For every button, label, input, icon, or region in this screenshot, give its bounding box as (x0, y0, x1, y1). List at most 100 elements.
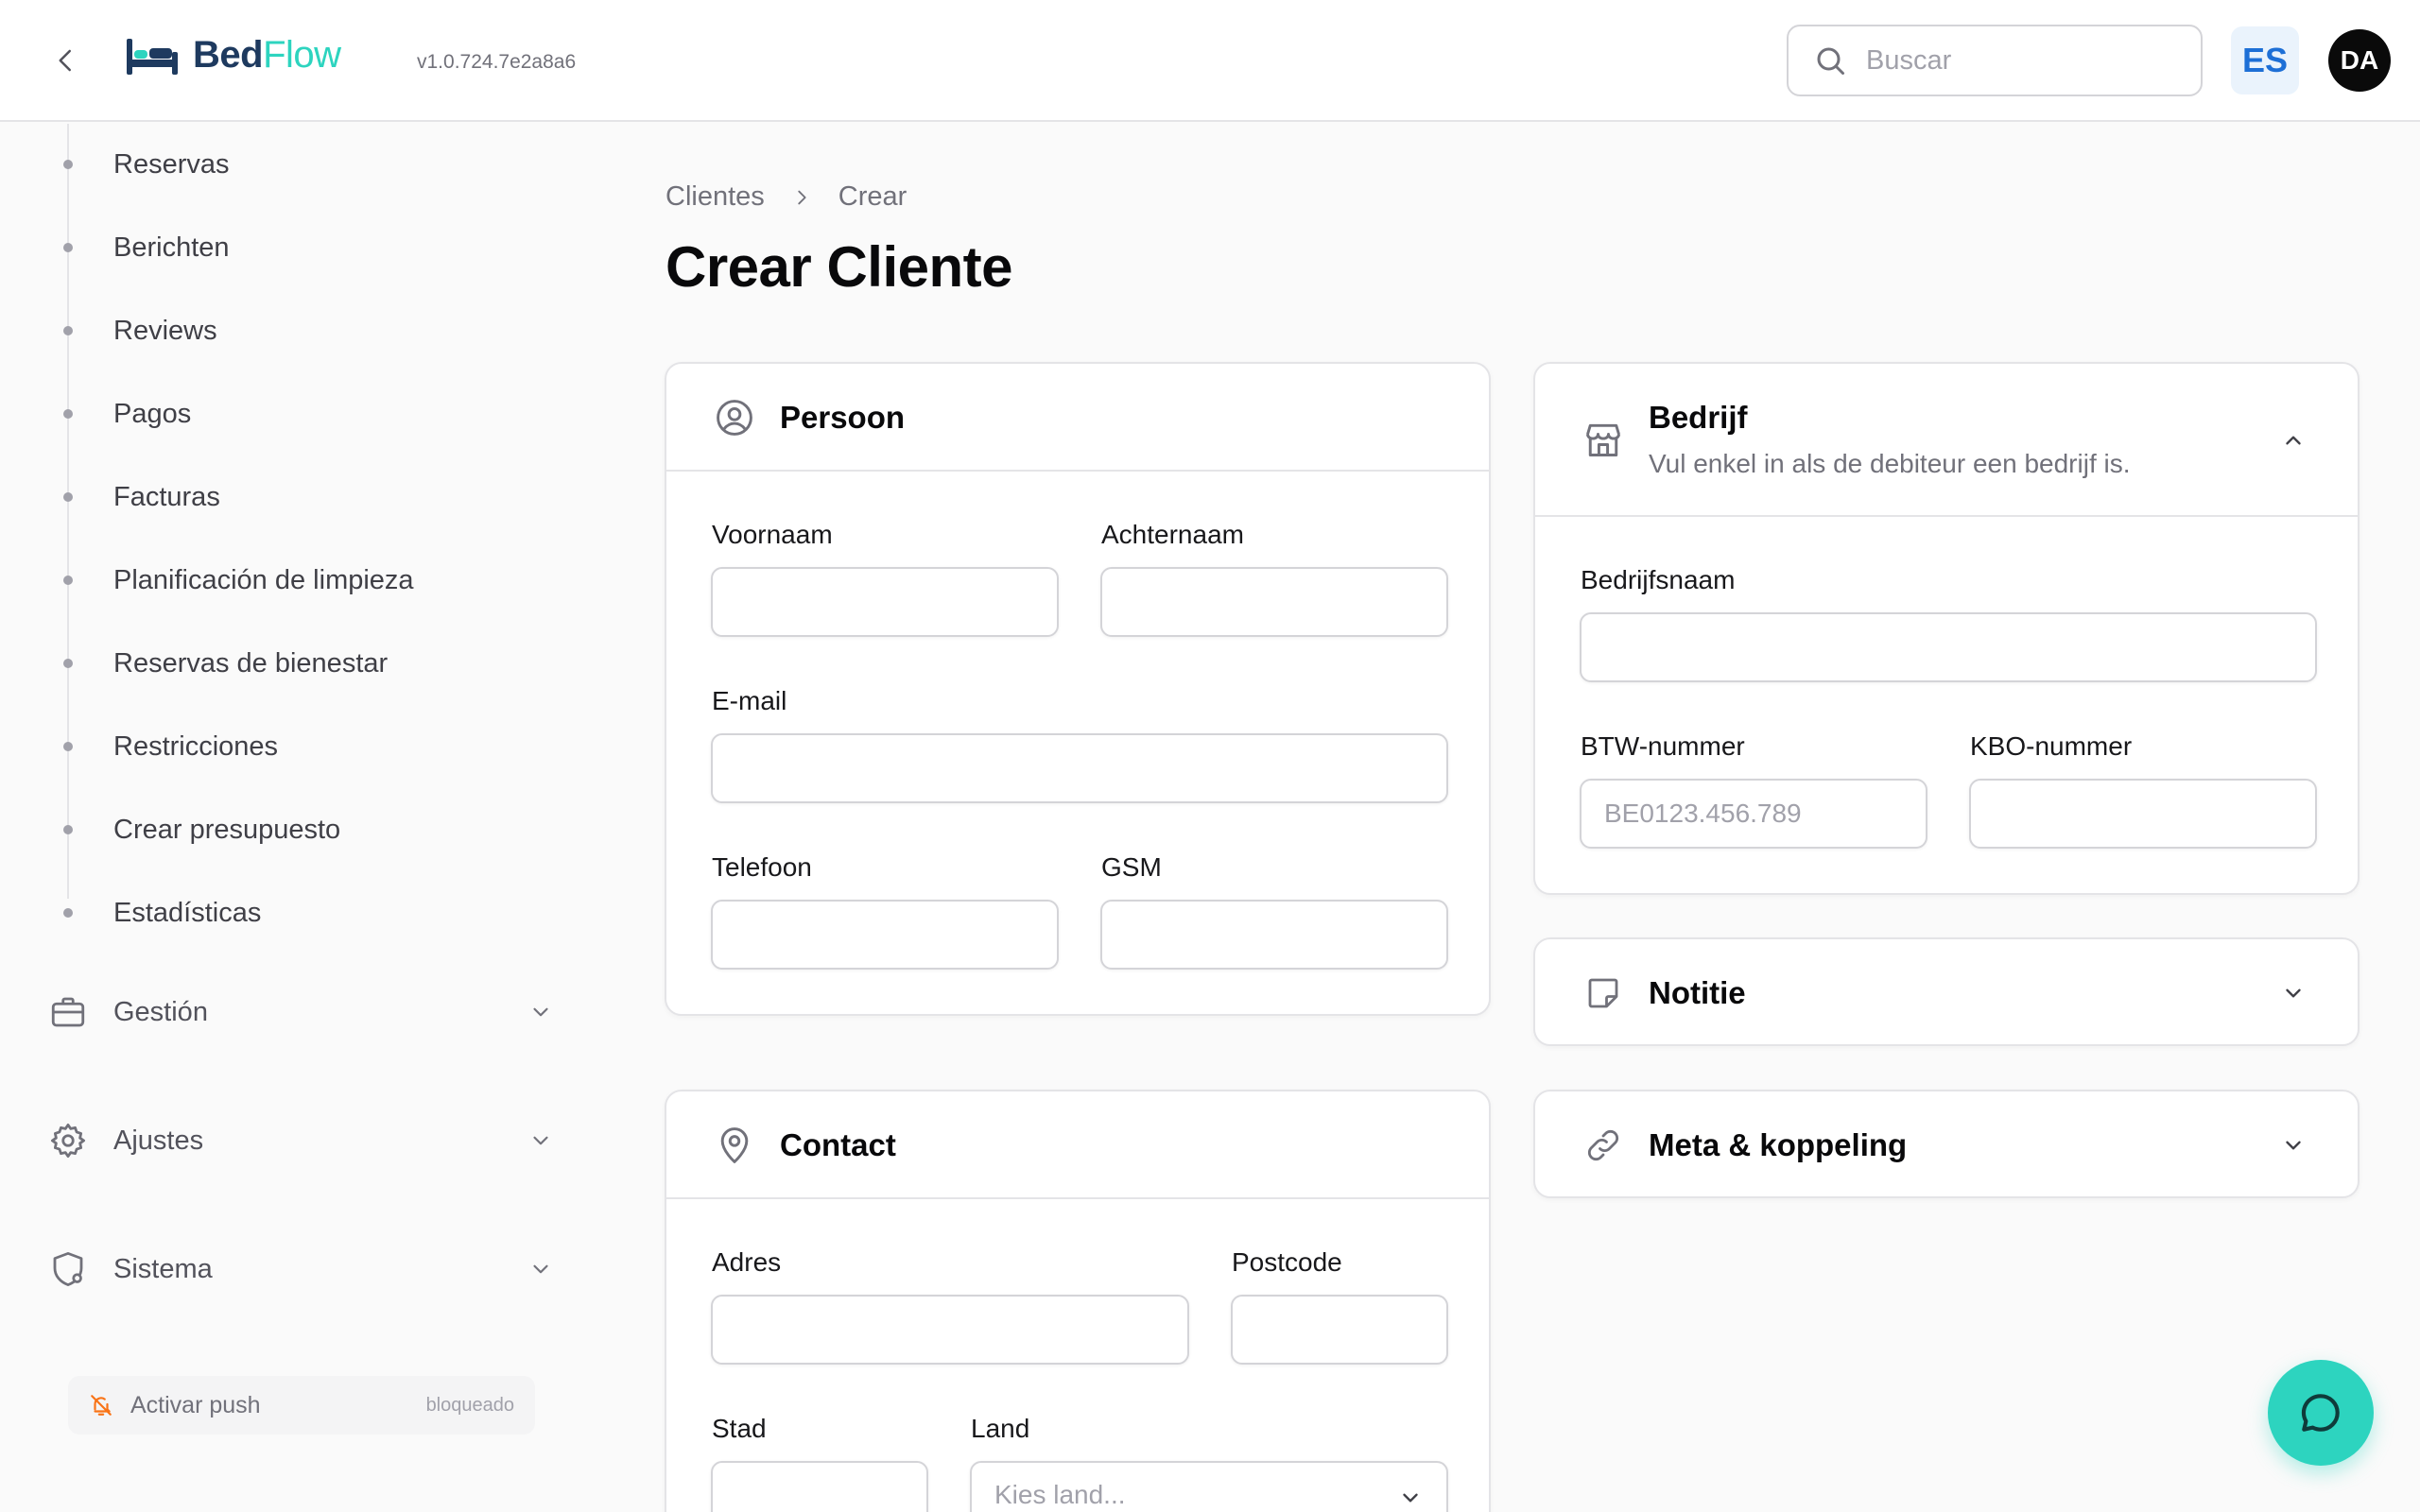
sidebar-group-gestion[interactable]: Gestión (0, 978, 567, 1046)
chevron-down-icon (1395, 1483, 1426, 1512)
bullet-dot (63, 243, 73, 252)
sidebar-item-label: Reservas de bienestar (113, 647, 389, 679)
contact-title: Contact (780, 1127, 896, 1162)
user-circle-icon (714, 397, 755, 438)
back-button[interactable] (43, 38, 89, 83)
chevron-down-icon[interactable] (2274, 974, 2312, 1012)
email-input[interactable] (713, 735, 1446, 801)
telefoon-input[interactable] (713, 902, 1057, 968)
stad-field[interactable] (711, 1461, 928, 1512)
adres-field[interactable] (711, 1295, 1189, 1365)
chevron-up-icon[interactable] (2274, 421, 2312, 459)
postcode-field[interactable] (1231, 1295, 1448, 1365)
gsm-label: GSM (1101, 852, 1162, 882)
persoon-card-header: Persoon (666, 364, 1489, 472)
land-select[interactable]: Kies land... (970, 1461, 1448, 1512)
search-box[interactable] (1787, 25, 2203, 96)
stad-label: Stad (712, 1414, 767, 1443)
top-bar: BedFlow v1.0.724.7e2a8a6 ES DA (0, 0, 2420, 122)
gsm-input[interactable] (1102, 902, 1446, 968)
notitie-card[interactable]: Notitie (1533, 937, 2360, 1046)
sidebar-item-reservas[interactable]: Reservas (0, 136, 567, 193)
sidebar-item-presupuesto[interactable]: Crear presupuesto (0, 801, 567, 858)
activate-push-button[interactable]: Activar push bloqueado (68, 1376, 535, 1435)
kbo-label: KBO-nummer (1970, 731, 2133, 761)
postcode-input[interactable] (1233, 1297, 1446, 1363)
push-state: bloqueado (425, 1394, 514, 1416)
sidebar-item-pagos[interactable]: Pagos (0, 386, 567, 442)
sidebar-item-restricciones[interactable]: Restricciones (0, 718, 567, 775)
bullet-dot (63, 825, 73, 834)
map-pin-icon (714, 1125, 755, 1166)
bullet-dot (63, 409, 73, 419)
sidebar-item-label: Pagos (113, 398, 192, 429)
kbo-input[interactable] (1971, 781, 2315, 847)
chevron-down-icon (526, 1254, 556, 1284)
sidebar-item-bienestar[interactable]: Reservas de bienestar (0, 635, 567, 692)
bullet-dot (63, 492, 73, 502)
shield-gear-icon (47, 1248, 89, 1290)
land-label: Land (971, 1414, 1030, 1443)
sidebar-item-label: Reservas (113, 148, 230, 180)
telefoon-field[interactable] (711, 900, 1059, 970)
bedrijf-card-header[interactable]: Bedrijf Vul enkel in als de debiteur een… (1535, 364, 2358, 517)
chevron-left-icon (59, 49, 71, 72)
avatar[interactable]: DA (2328, 29, 2391, 92)
breadcrumb-current: Crear (838, 181, 908, 212)
sidebar-item-limpieza[interactable]: Planificación de limpieza (0, 552, 567, 609)
bullet-dot (63, 659, 73, 668)
chat-button[interactable] (2268, 1360, 2374, 1466)
sidebar-group-ajustes[interactable]: Ajustes (0, 1107, 567, 1175)
voornaam-input[interactable] (713, 569, 1057, 635)
bed-icon (127, 38, 178, 75)
meta-card[interactable]: Meta & koppeling (1533, 1090, 2360, 1198)
stad-input[interactable] (713, 1463, 926, 1512)
notitie-title: Notitie (1649, 975, 1746, 1010)
chevron-down-icon[interactable] (2274, 1126, 2312, 1164)
sidebar-group-label: Sistema (113, 1253, 213, 1284)
sidebar-item-label: Restricciones (113, 730, 279, 762)
bedrijfsnaam-input[interactable] (1582, 614, 2315, 680)
persoon-card: Persoon Voornaam Achternaam E-mail Telef… (665, 362, 1491, 1016)
voornaam-label: Voornaam (712, 520, 833, 549)
sidebar-item-label: Estadísticas (113, 897, 262, 928)
search-input[interactable] (1866, 44, 2169, 77)
contact-card-header: Contact (666, 1091, 1489, 1199)
adres-label: Adres (712, 1247, 782, 1277)
bedrijfsnaam-field[interactable] (1580, 612, 2317, 682)
app-logo[interactable]: BedFlow (125, 34, 341, 77)
gear-icon (47, 1120, 89, 1161)
app-logo-text: BedFlow (193, 34, 341, 76)
language-switch[interactable]: ES (2231, 26, 2299, 94)
bullet-dot (63, 326, 73, 335)
chevron-down-icon (526, 1125, 556, 1156)
page-title: Crear Cliente (666, 235, 1012, 299)
kbo-field[interactable] (1969, 779, 2317, 849)
btw-field[interactable] (1580, 779, 1927, 849)
bedrijf-title: Bedrijf (1649, 400, 1748, 435)
sidebar-item-reviews[interactable]: Reviews (0, 302, 567, 359)
adres-input[interactable] (713, 1297, 1187, 1363)
achternaam-field[interactable] (1100, 567, 1448, 637)
bell-off-icon (87, 1391, 115, 1419)
bedrijfsnaam-label: Bedrijfsnaam (1581, 565, 1736, 594)
voornaam-field[interactable] (711, 567, 1059, 637)
btw-input[interactable] (1582, 781, 1926, 847)
sidebar-item-estadisticas[interactable]: Estadísticas (0, 885, 567, 941)
postcode-label: Postcode (1232, 1247, 1342, 1277)
push-label: Activar push (130, 1391, 261, 1418)
bedrijf-subtitle: Vul enkel in als de debiteur een bedrijf… (1649, 449, 2131, 478)
bullet-dot (63, 576, 73, 585)
email-field[interactable] (711, 733, 1448, 803)
link-icon (1582, 1125, 1624, 1166)
sidebar-group-sistema[interactable]: Sistema (0, 1235, 567, 1303)
gsm-field[interactable] (1100, 900, 1448, 970)
sidebar-item-label: Berichten (113, 232, 230, 263)
version-label: v1.0.724.7e2a8a6 (417, 51, 577, 73)
sidebar-item-facturas[interactable]: Facturas (0, 469, 567, 525)
achternaam-input[interactable] (1102, 569, 1446, 635)
sidebar-item-berichten[interactable]: Berichten (0, 219, 567, 276)
breadcrumb-clientes[interactable]: Clientes (666, 181, 765, 213)
search-icon (1817, 47, 1844, 75)
btw-label: BTW-nummer (1581, 731, 1745, 761)
